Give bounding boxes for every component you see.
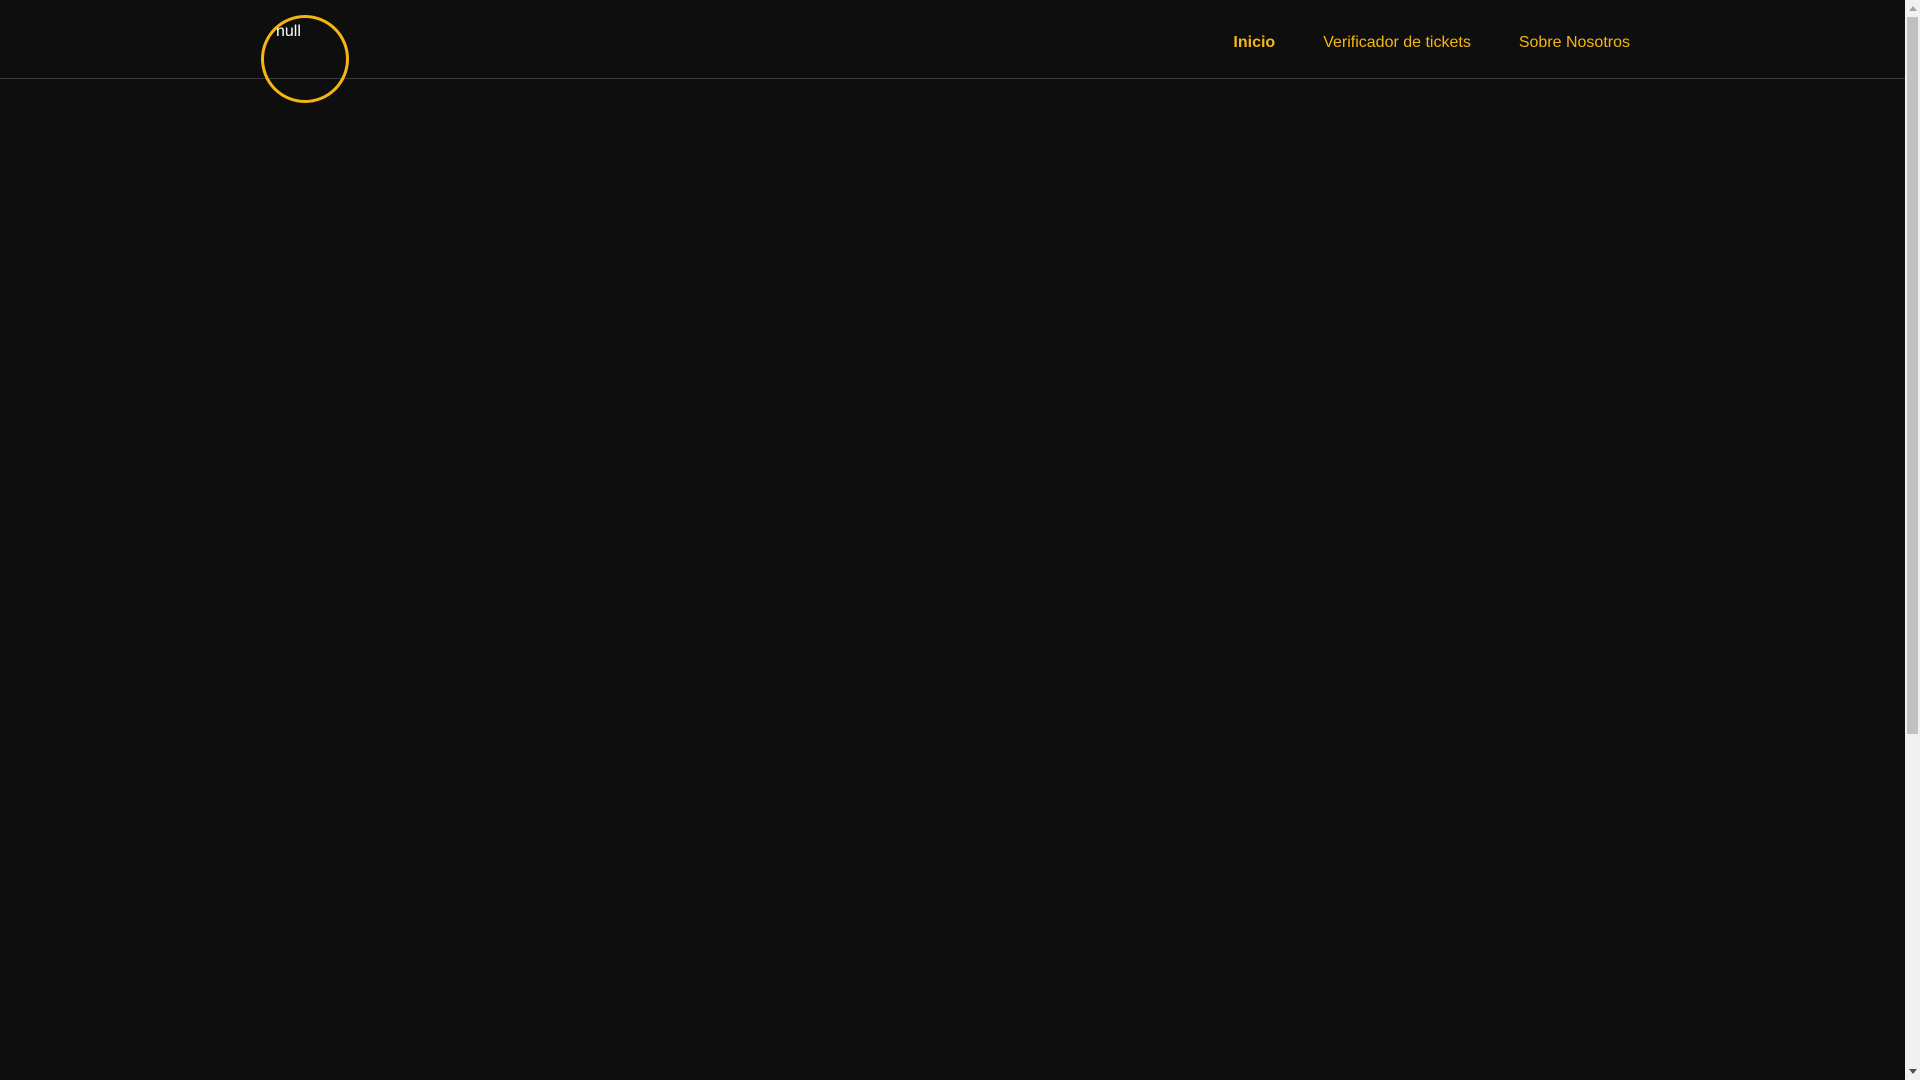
vertical-scrollbar[interactable]	[1905, 0, 1920, 1080]
scroll-up-arrow-icon[interactable]	[1905, 0, 1920, 17]
logo-circle[interactable]: null	[261, 15, 349, 103]
logo-alt-text: null	[276, 23, 301, 40]
main-nav: Inicio Verificador de tickets Sobre Noso…	[1233, 34, 1630, 52]
scrollbar-thumb[interactable]	[1907, 17, 1918, 734]
nav-link-sobre-nosotros[interactable]: Sobre Nosotros	[1519, 34, 1630, 52]
navbar: null Inicio Verificador de tickets Sobre…	[0, 0, 1905, 103]
nav-link-verificador-de-tickets[interactable]: Verificador de tickets	[1323, 34, 1471, 52]
scroll-down-arrow-icon[interactable]	[1905, 1063, 1920, 1080]
nav-link-inicio[interactable]: Inicio	[1233, 34, 1275, 52]
page: null Inicio Verificador de tickets Sobre…	[0, 0, 1920, 1080]
